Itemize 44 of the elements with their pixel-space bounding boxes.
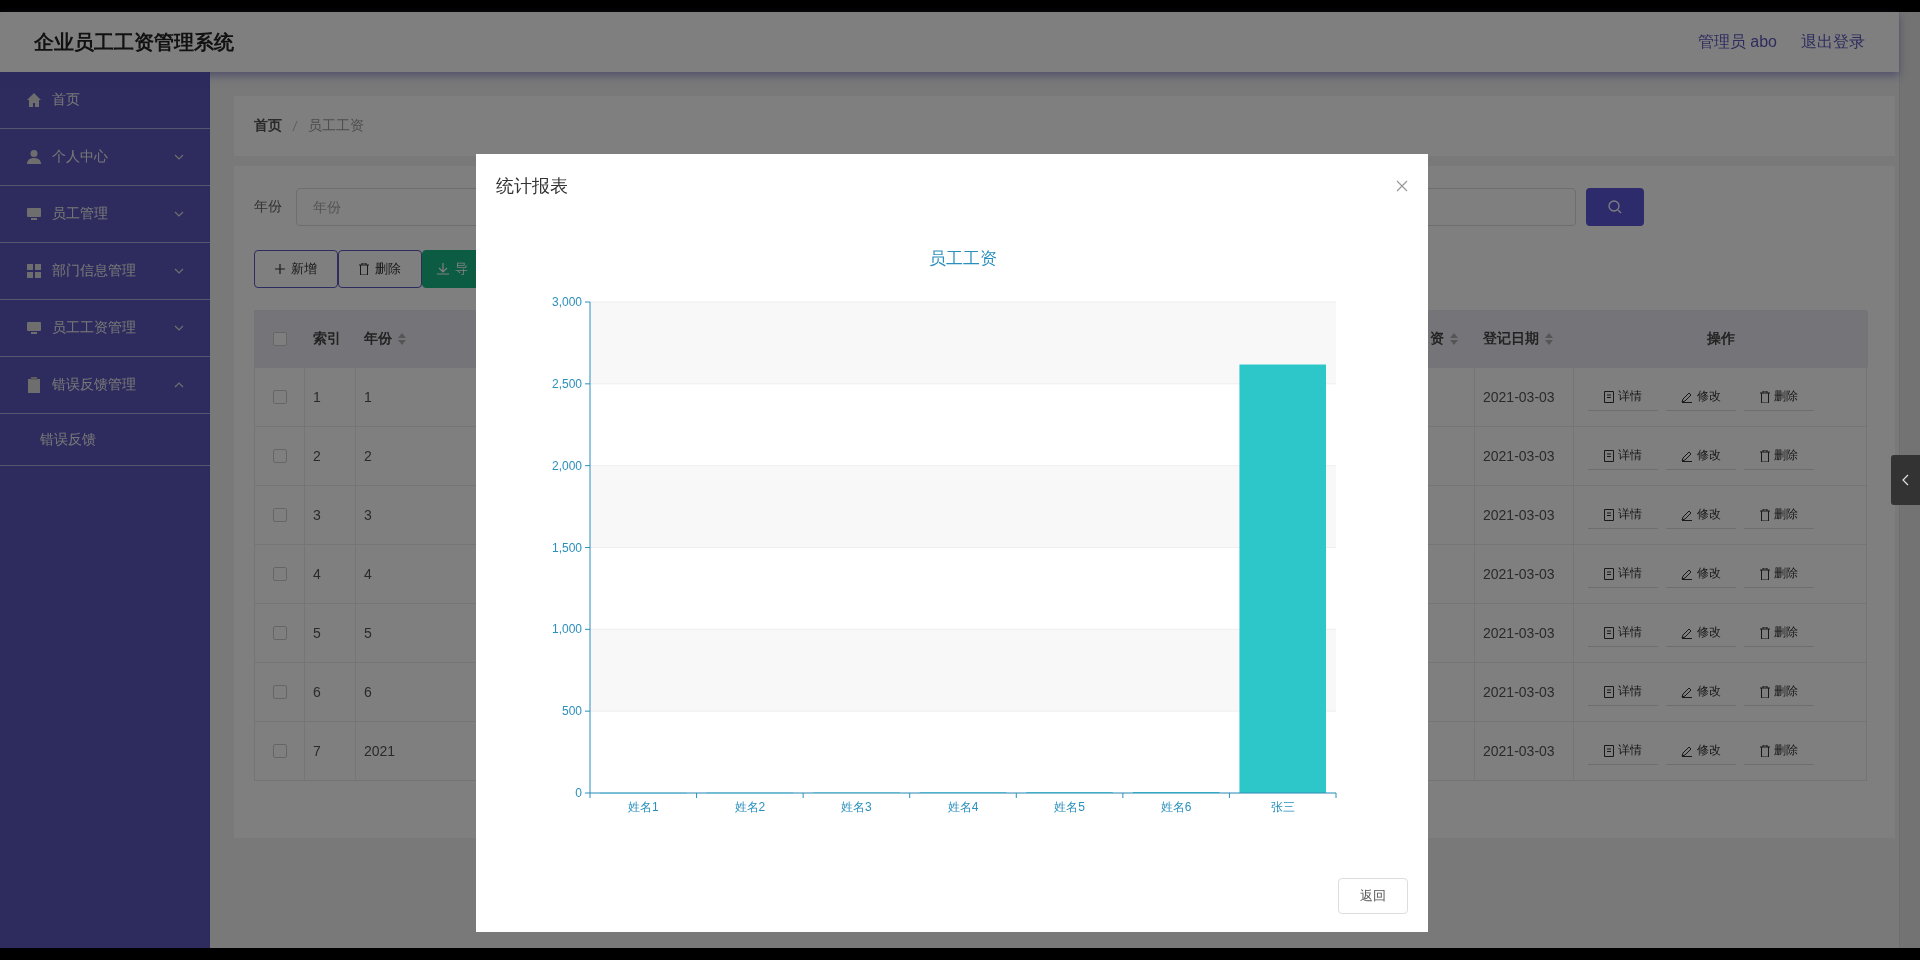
table-cell: 1	[364, 389, 372, 405]
table-cell: 2	[364, 448, 372, 464]
tick-label: 2,500	[551, 376, 582, 391]
category-label: 姓名4	[947, 800, 979, 814]
column-header: 登记日期	[1483, 330, 1539, 348]
column-header: 索引	[313, 330, 341, 348]
table-cell: 2021-03-03	[1483, 566, 1555, 582]
chart-title: 员工工资	[929, 249, 997, 268]
field-label: 年份	[254, 198, 282, 216]
table-cell: 7	[313, 743, 321, 759]
table-cell: 6	[313, 684, 321, 700]
tick-label: 500	[561, 704, 582, 719]
table-cell: 3	[313, 507, 321, 523]
tick-label: 2,000	[551, 458, 582, 473]
category-label: 姓名1	[627, 800, 659, 814]
table-cell: 5	[313, 625, 321, 641]
table-cell: 2021-03-03	[1483, 743, 1555, 759]
tick-label: 1,000	[551, 622, 582, 637]
category-label: 张三	[1270, 800, 1295, 814]
table-cell: 1	[313, 389, 321, 405]
category-label: 姓名3	[841, 800, 872, 814]
table-cell: 2021-03-03	[1483, 448, 1555, 464]
table-cell: 4	[364, 566, 372, 582]
column-header: 操作	[1706, 330, 1735, 348]
table-cell: 3	[364, 507, 372, 523]
table-cell: 2	[313, 448, 321, 464]
category-label: 姓名6	[1160, 800, 1192, 814]
dialog-title: 统计报表	[496, 175, 568, 198]
tick-label: 3,000	[551, 295, 582, 309]
column-header: 年份	[364, 330, 392, 348]
category-label: 姓名5	[1054, 800, 1085, 814]
table-cell: 2021	[364, 743, 396, 759]
table-cell: 5	[364, 625, 372, 641]
column-header: 资	[1430, 330, 1444, 348]
table-cell: 4	[313, 566, 321, 582]
table-cell: 2021-03-03	[1483, 507, 1555, 523]
table-cell: 2021-03-03	[1483, 625, 1555, 641]
category-label: 姓名2	[734, 800, 766, 814]
tick-label: 0	[575, 786, 582, 800]
table-cell: 2021-03-03	[1483, 389, 1555, 405]
table-cell: 2021-03-03	[1483, 684, 1555, 700]
table-cell: 6	[364, 684, 372, 700]
tick-label: 1,500	[551, 540, 582, 555]
app-title: 企业员工工资管理系统	[34, 29, 234, 55]
